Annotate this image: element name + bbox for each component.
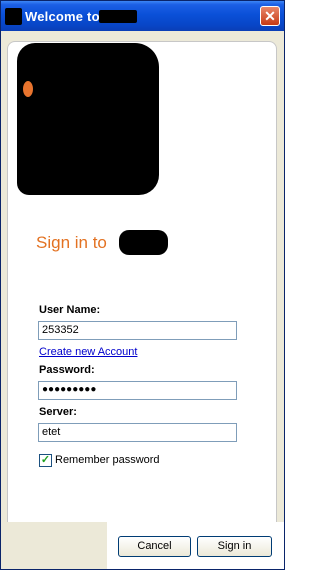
close-icon: ✕ [264, 8, 276, 24]
window-title: Welcome to [25, 9, 100, 24]
sign-in-heading: Sign in to [36, 233, 107, 252]
app-logo [17, 43, 159, 195]
app-icon [5, 8, 22, 25]
create-account-link[interactable]: Create new Account [39, 346, 137, 358]
login-window: Welcome to ✕ Sign in to User Name: 25335… [0, 0, 285, 570]
sign-in-button[interactable]: Sign in [197, 536, 272, 557]
username-field[interactable]: 253352 [38, 321, 237, 340]
password-label: Password: [39, 364, 95, 376]
checkmark-icon: ✓ [40, 454, 51, 466]
close-button[interactable]: ✕ [260, 6, 280, 26]
title-bar[interactable]: Welcome to ✕ [1, 1, 284, 31]
cancel-button[interactable]: Cancel [118, 536, 191, 557]
password-field[interactable]: ●●●●●●●●● [38, 381, 237, 400]
redacted-heading-name [119, 230, 168, 255]
logo-accent [23, 81, 33, 97]
remember-password-label[interactable]: Remember password [55, 454, 160, 466]
bottom-bar-left [2, 522, 107, 569]
username-label: User Name: [39, 304, 101, 316]
server-field[interactable]: etet [38, 423, 237, 442]
server-label: Server: [39, 406, 77, 418]
remember-password-checkbox[interactable]: ✓ [39, 454, 52, 467]
redacted-app-name [99, 10, 137, 23]
